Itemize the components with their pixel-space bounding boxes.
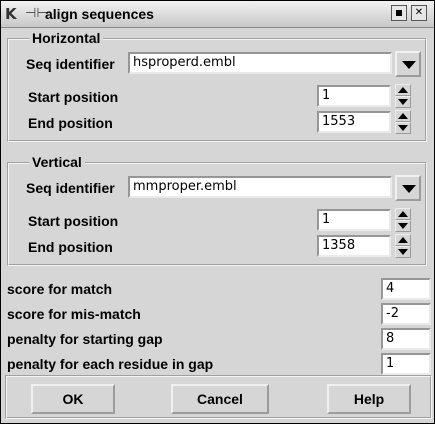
spin-up-icon[interactable] [395, 84, 411, 96]
vertical-seq-dropdown-button[interactable] [395, 175, 421, 201]
help-button[interactable]: Help [327, 384, 411, 414]
vertical-start-label: Start position [28, 213, 119, 229]
param-label-match: score for match [7, 281, 113, 297]
horizontal-seq-label: Seq identifier [26, 56, 115, 72]
param-label-mismatch: score for mis-match [7, 306, 141, 322]
spin-up-icon[interactable] [395, 110, 411, 122]
vertical-end-spinner[interactable] [395, 234, 411, 258]
horizontal-end-label: End position [28, 115, 113, 131]
vertical-seq-label: Seq identifier [26, 180, 115, 196]
vertical-start-spinner[interactable] [395, 208, 411, 232]
vertical-end-label: End position [28, 239, 113, 255]
title-bar[interactable]: K ⊣⊢ align sequences ✕ [1, 1, 434, 28]
param-input-residue-gap[interactable]: 1 [381, 353, 431, 375]
vertical-group: Vertical Seq identifier mmproper.embl St… [7, 154, 427, 266]
param-label-start-gap: penalty for starting gap [7, 331, 163, 347]
param-input-start-gap[interactable]: 8 [381, 328, 431, 350]
spin-up-icon[interactable] [395, 234, 411, 246]
ok-button[interactable]: OK [31, 384, 115, 414]
spin-down-icon[interactable] [395, 246, 411, 258]
param-input-match[interactable]: 4 [381, 278, 431, 300]
spin-down-icon[interactable] [395, 220, 411, 232]
horizontal-start-input[interactable]: 1 [317, 85, 391, 107]
close-button[interactable]: ✕ [411, 5, 427, 21]
horizontal-start-spinner[interactable] [395, 84, 411, 108]
button-row: OK Cancel Help [5, 375, 432, 419]
minimize-button[interactable] [391, 5, 407, 21]
spin-up-icon[interactable] [395, 208, 411, 220]
window-title: align sequences [45, 6, 154, 22]
k-logo-icon[interactable]: K [5, 6, 21, 22]
vertical-start-input[interactable]: 1 [317, 209, 391, 231]
horizontal-seq-input[interactable]: hsproperd.embl [128, 52, 392, 74]
cancel-button[interactable]: Cancel [171, 384, 269, 414]
param-label-residue-gap: penalty for each residue in gap [7, 356, 214, 372]
vertical-end-input[interactable]: 1358 [317, 235, 391, 257]
param-input-mismatch[interactable]: -2 [381, 303, 431, 325]
spin-down-icon[interactable] [395, 122, 411, 134]
dialog-window: K ⊣⊢ align sequences ✕ Horizontal Seq id… [0, 0, 435, 424]
horizontal-group: Horizontal Seq identifier hsproperd.embl… [7, 30, 427, 142]
vertical-legend: Vertical [29, 154, 85, 170]
horizontal-start-label: Start position [28, 89, 119, 105]
horizontal-end-input[interactable]: 1553 [317, 111, 391, 133]
horizontal-legend: Horizontal [29, 30, 104, 46]
spin-down-icon[interactable] [395, 96, 411, 108]
vertical-seq-input[interactable]: mmproper.embl [128, 176, 392, 198]
horizontal-seq-dropdown-button[interactable] [395, 51, 421, 77]
horizontal-end-spinner[interactable] [395, 110, 411, 134]
